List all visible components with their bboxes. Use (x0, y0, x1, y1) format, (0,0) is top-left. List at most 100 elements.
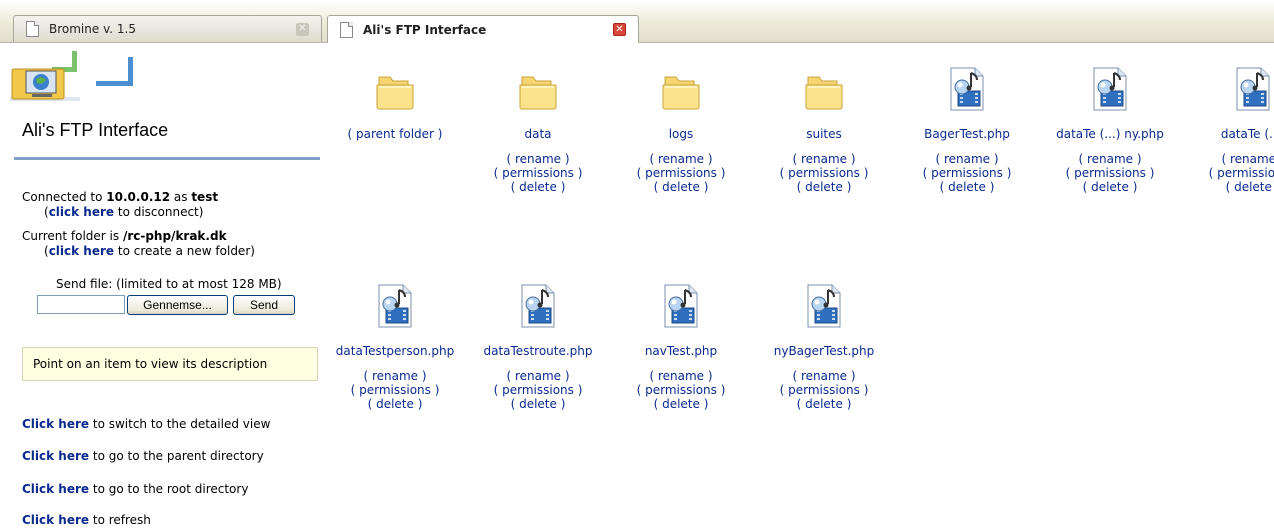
media-file-icon[interactable] (896, 61, 1038, 111)
folder-path: /rc-php/krak.dk (122, 229, 227, 243)
create-folder-link[interactable]: click here (49, 244, 114, 258)
tab-title: Bromine v. 1.5 (49, 22, 136, 36)
item-actions: ( rename )( permissions )( delete ) (610, 369, 752, 411)
file-path-input[interactable] (37, 295, 125, 314)
rename-link[interactable]: ( rename ) (753, 369, 895, 383)
rename-link[interactable]: ( rename ) (753, 152, 895, 166)
folder-item[interactable]: suites ( rename )( permissions )( delete … (753, 61, 895, 194)
parent-directory-action: Click here to go to the parent directory (22, 449, 264, 463)
file-item[interactable]: dataTestperson.php ( rename )( permission… (336, 278, 466, 411)
folder-icon[interactable] (336, 61, 466, 111)
send-button[interactable]: Send (233, 295, 295, 315)
delete-link[interactable]: ( delete ) (753, 397, 895, 411)
media-file-icon[interactable] (1182, 61, 1274, 111)
item-actions: ( rename )( permissions )( delete ) (1039, 152, 1181, 194)
item-name-link[interactable]: dataTe (...) (1182, 126, 1274, 142)
tab-ftp-interface[interactable]: Ali's FTP Interface ✕ (327, 15, 639, 43)
disconnect-suffix: to disconnect) (114, 205, 204, 219)
item-actions: ( rename )( permissions )( delete ) (336, 369, 466, 411)
item-name-link[interactable]: BagerTest.php (896, 126, 1038, 142)
folder-icon[interactable] (610, 61, 752, 111)
refresh-link[interactable]: Click here (22, 513, 89, 527)
file-grid: ( parent folder ) data( rename )( permiss… (336, 43, 1274, 528)
item-actions: ( rename )( permissions )( delete ) (1182, 152, 1274, 194)
tab-bar: Bromine v. 1.5 ✕ Ali's FTP Interface ✕ (0, 0, 1274, 43)
close-icon[interactable]: ✕ (296, 22, 309, 36)
item-name-link[interactable]: logs (610, 126, 752, 142)
folder-item[interactable]: logs ( rename )( permissions )( delete ) (610, 61, 752, 194)
rename-link[interactable]: ( rename ) (467, 152, 609, 166)
file-item[interactable]: nyBagerTest.php ( rename )( permissions )… (753, 278, 895, 411)
file-item[interactable]: dataTe (...) ( rename )( permissions )( d… (1182, 61, 1274, 194)
item-name-link[interactable]: navTest.php (610, 343, 752, 359)
create-folder-suffix: to create a new folder) (114, 244, 255, 258)
rename-link[interactable]: ( rename ) (1039, 152, 1181, 166)
folder-item[interactable]: ( parent folder ) (336, 61, 466, 142)
file-item[interactable]: navTest.php ( rename )( permissions )( de… (610, 278, 752, 411)
permissions-link[interactable]: ( permissions ) (896, 166, 1038, 180)
folder-item[interactable]: data ( rename )( permissions )( delete ) (467, 61, 609, 194)
rename-link[interactable]: ( rename ) (467, 369, 609, 383)
close-icon[interactable]: ✕ (613, 23, 626, 36)
permissions-link[interactable]: ( permissions ) (753, 166, 895, 180)
media-file-icon[interactable] (753, 278, 895, 328)
detailed-view-link[interactable]: Click here (22, 417, 89, 431)
delete-link[interactable]: ( delete ) (467, 180, 609, 194)
delete-link[interactable]: ( delete ) (336, 397, 466, 411)
file-item[interactable]: BagerTest.php ( rename )( permissions )( … (896, 61, 1038, 194)
delete-link[interactable]: ( delete ) (610, 180, 752, 194)
file-item[interactable]: dataTe (...) ny.php ( rename )( permissio… (1039, 61, 1181, 194)
folder-prefix: Current folder is (22, 229, 123, 243)
item-actions: ( rename )( permissions )( delete ) (753, 152, 895, 194)
tab-bromine[interactable]: Bromine v. 1.5 ✕ (13, 15, 322, 42)
item-name-link[interactable]: dataTe (...) ny.php (1039, 126, 1181, 142)
connection-user: test (191, 190, 219, 204)
connection-prefix: Connected to (22, 190, 107, 204)
permissions-link[interactable]: ( permissions ) (467, 383, 609, 397)
media-file-icon[interactable] (610, 278, 752, 328)
file-item[interactable]: dataTestroute.php ( rename )( permissions… (467, 278, 609, 411)
permissions-link[interactable]: ( permissions ) (610, 383, 752, 397)
folder-icon[interactable] (753, 61, 895, 111)
item-name-link[interactable]: data (467, 126, 609, 142)
permissions-link[interactable]: ( permissions ) (610, 166, 752, 180)
item-name-link[interactable]: nyBagerTest.php (753, 343, 895, 359)
root-directory-link[interactable]: Click here (22, 482, 89, 496)
delete-link[interactable]: ( delete ) (1039, 180, 1181, 194)
disconnect-link[interactable]: click here (49, 205, 114, 219)
item-name-link[interactable]: dataTestperson.php (336, 343, 466, 359)
permissions-link[interactable]: ( permissions ) (336, 383, 466, 397)
rename-link[interactable]: ( rename ) (610, 152, 752, 166)
delete-link[interactable]: ( delete ) (1182, 180, 1274, 194)
description-box: Point on an item to view its description (22, 347, 318, 381)
root-directory-action: Click here to go to the root directory (22, 482, 248, 496)
permissions-link[interactable]: ( permissions ) (1039, 166, 1181, 180)
page-icon (26, 21, 39, 37)
item-actions: ( rename )( permissions )( delete ) (467, 152, 609, 194)
rename-link[interactable]: ( rename ) (610, 369, 752, 383)
media-file-icon[interactable] (467, 278, 609, 328)
detailed-view-action: Click here to switch to the detailed vie… (22, 417, 270, 431)
item-name-link[interactable]: ( parent folder ) (336, 126, 466, 142)
action-text: to go to the parent directory (89, 449, 264, 463)
item-name-link[interactable]: suites (753, 126, 895, 142)
delete-link[interactable]: ( delete ) (467, 397, 609, 411)
browse-button[interactable]: Gennemse... (127, 295, 228, 315)
item-actions: ( rename )( permissions )( delete ) (753, 369, 895, 411)
rename-link[interactable]: ( rename ) (1182, 152, 1274, 166)
item-name-link[interactable]: dataTestroute.php (467, 343, 609, 359)
ftp-logo (10, 51, 133, 101)
delete-link[interactable]: ( delete ) (896, 180, 1038, 194)
permissions-link[interactable]: ( permissions ) (753, 383, 895, 397)
media-file-icon[interactable] (336, 278, 466, 328)
delete-link[interactable]: ( delete ) (753, 180, 895, 194)
rename-link[interactable]: ( rename ) (336, 369, 466, 383)
sidebar: Ali's FTP Interface Connected to 10.0.0.… (0, 43, 336, 528)
folder-icon[interactable] (467, 61, 609, 111)
rename-link[interactable]: ( rename ) (896, 152, 1038, 166)
delete-link[interactable]: ( delete ) (610, 397, 752, 411)
permissions-link[interactable]: ( permissions ) (467, 166, 609, 180)
media-file-icon[interactable] (1039, 61, 1181, 111)
permissions-link[interactable]: ( permissions ) (1182, 166, 1274, 180)
parent-directory-link[interactable]: Click here (22, 449, 89, 463)
